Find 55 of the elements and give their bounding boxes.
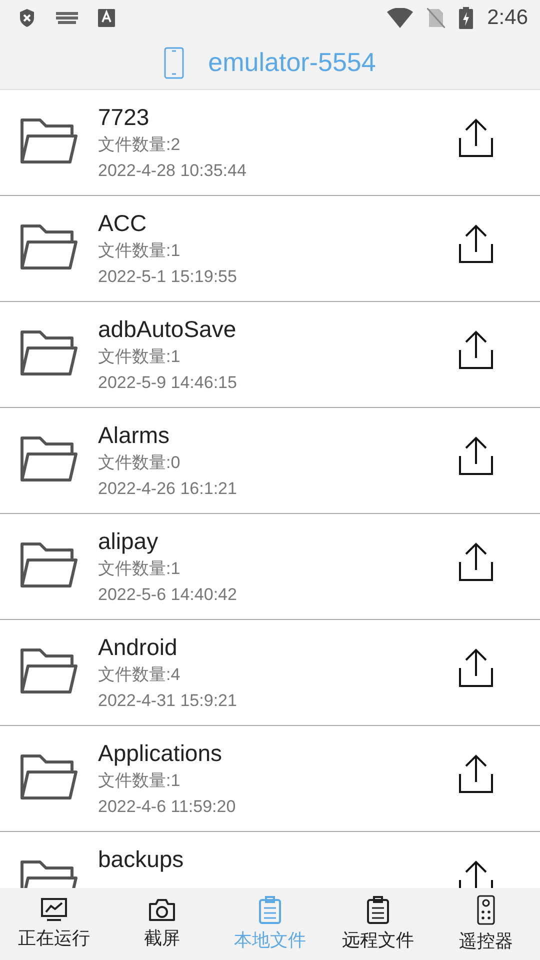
upload-icon[interactable] (458, 330, 494, 370)
file-count: 文件数量:1 (98, 770, 182, 792)
modified-date: 2022-5-1 15:19:55 (98, 266, 238, 288)
folder-name: adbAutoSave (98, 316, 238, 343)
clipboard-icon (258, 896, 282, 924)
nav-tab[interactable]: 正在运行 (0, 888, 108, 960)
font-icon (98, 9, 115, 27)
folder-name: 7723 (98, 104, 150, 131)
folder-name: Alarms (98, 422, 171, 449)
modified-date: 2022-5-6 14:40:42 (98, 584, 238, 606)
nav-tab[interactable]: 遥控器 (432, 888, 540, 960)
modified-date: 2022-5-9 14:46:15 (98, 372, 238, 394)
folder-row[interactable]: ACC 文件数量:1 2022-5-1 15:19:55 (0, 196, 540, 302)
folder-name: backups (98, 846, 185, 873)
modified-date: 2022-4-31 15:9:21 (98, 690, 238, 712)
shield-icon (18, 8, 36, 28)
modified-date: 2022-4-6 11:59:20 (98, 796, 237, 818)
wifi-icon (387, 8, 414, 28)
file-count: 文件数量:1 (98, 240, 182, 262)
remote-icon (477, 895, 495, 925)
upload-icon[interactable] (458, 436, 494, 476)
folder-name: Android (98, 634, 178, 661)
file-count: 文件数量:0 (98, 452, 182, 474)
no-sim-icon (427, 8, 446, 28)
file-count: 文件数量:2 (98, 134, 182, 156)
upload-icon[interactable] (458, 754, 494, 794)
upload-icon[interactable] (458, 118, 494, 158)
modified-date: 2022-4-26 16:1:21 (98, 478, 238, 500)
nav-tab[interactable]: 截屏 (108, 888, 216, 960)
upload-icon[interactable] (458, 224, 494, 264)
upload-icon[interactable] (458, 542, 494, 582)
folder-row[interactable]: 7723 文件数量:2 2022-4-28 10:35:44 (0, 90, 540, 196)
camera-icon (148, 898, 176, 922)
phone-icon (164, 46, 184, 78)
keyboard-icon (56, 12, 78, 24)
battery-icon (459, 7, 474, 29)
file-count: 文件数量:1 (98, 346, 182, 368)
status-time: 2:46 (487, 6, 528, 30)
clipboard-icon (366, 896, 390, 924)
folder-row[interactable]: adbAutoSave 文件数量:1 2022-5-9 14:46:15 (0, 302, 540, 408)
folder-name: alipay (98, 528, 160, 555)
folder-row[interactable]: Applications 文件数量:1 2022-4-6 11:59:20 (0, 726, 540, 832)
device-title: emulator-5554 (208, 47, 376, 78)
nav-tab[interactable]: 远程文件 (324, 888, 432, 960)
modified-date: 2022-4-28 10:35:44 (98, 160, 248, 182)
folder-row[interactable]: Alarms 文件数量:0 2022-4-26 16:1:21 (0, 408, 540, 514)
folder-name: ACC (98, 210, 148, 237)
upload-icon[interactable] (458, 860, 494, 888)
file-count: 文件数量:1 (98, 558, 182, 580)
folder-name: Applications (98, 740, 224, 767)
file-count: 文件数量:4 (98, 664, 182, 686)
folder-row[interactable]: Android 文件数量:4 2022-4-31 15:9:21 (0, 620, 540, 726)
chart-icon (41, 898, 67, 922)
folder-row[interactable]: alipay 文件数量:1 2022-5-6 14:40:42 (0, 514, 540, 620)
upload-icon[interactable] (458, 648, 494, 688)
